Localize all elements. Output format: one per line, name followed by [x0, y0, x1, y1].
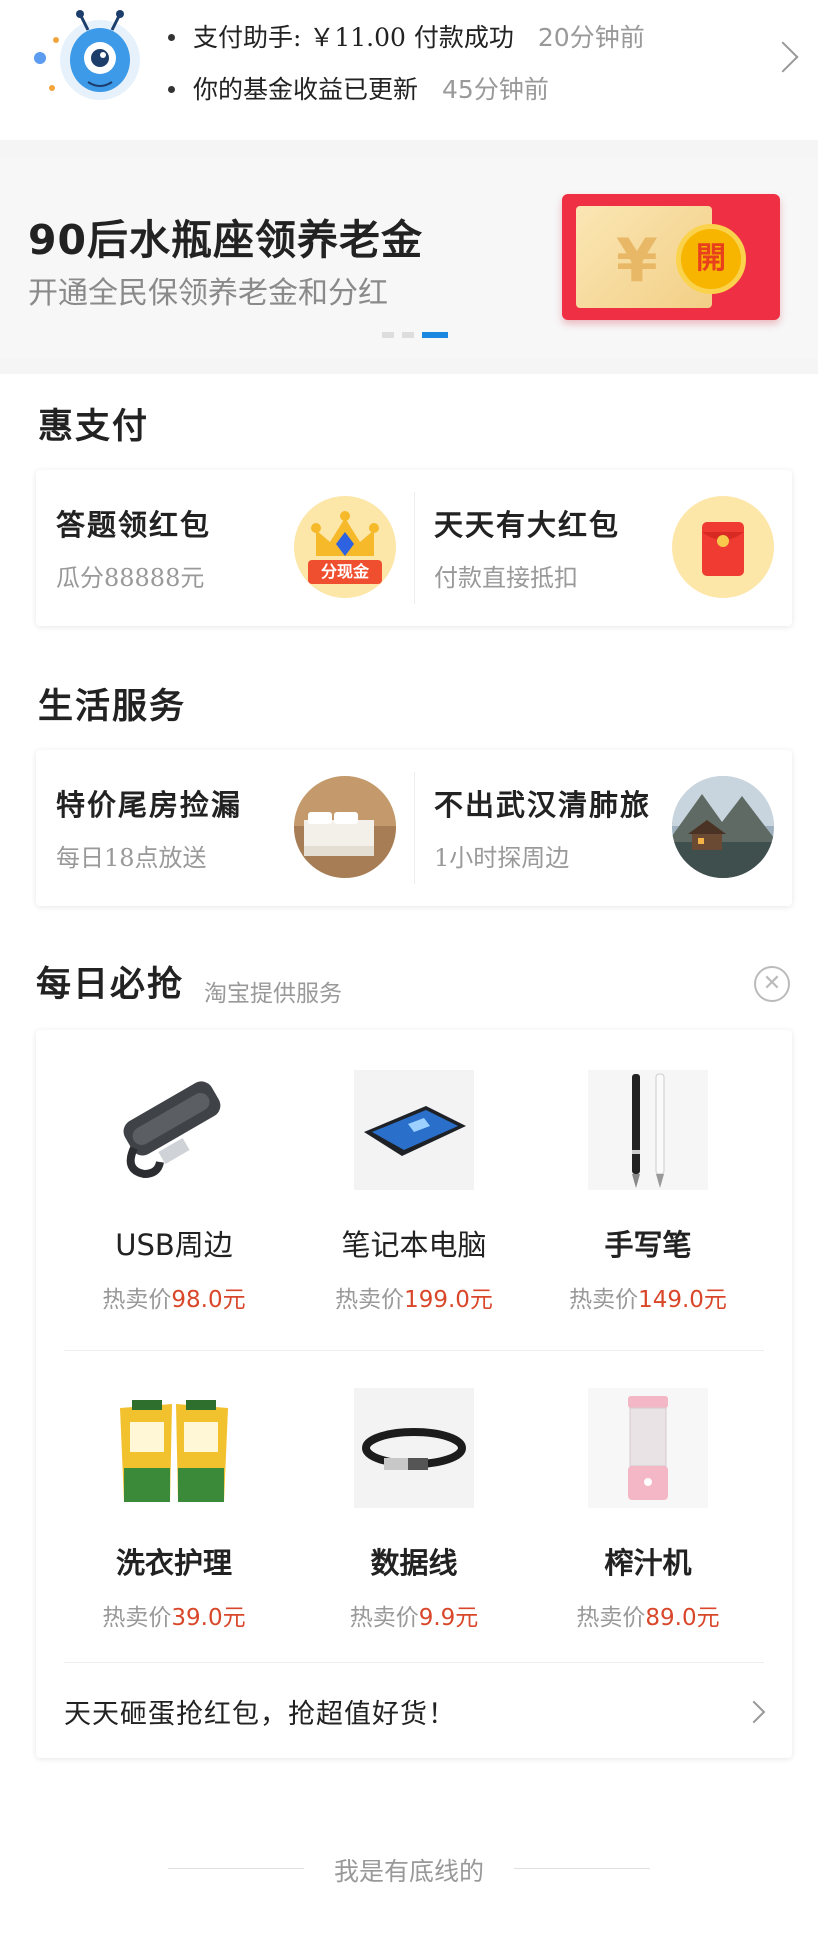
price-prefix: 热卖价: [335, 1287, 405, 1313]
laptop-tablet-image: [354, 1070, 474, 1190]
chevron-right-icon[interactable]: [767, 41, 799, 73]
price-prefix: 热卖价: [102, 1287, 172, 1313]
section-title-hui-pay: 惠支付: [38, 406, 150, 447]
chevron-right-icon[interactable]: [742, 1700, 766, 1724]
price-value: 9.9元: [418, 1605, 479, 1631]
footer-divider-right: [514, 1868, 650, 1869]
product-item[interactable]: 洗衣护理 热卖价39.0元: [58, 1388, 290, 1632]
price-prefix: 热卖价: [102, 1605, 172, 1631]
item-title: 答题领红包: [56, 508, 212, 542]
notification-time: 45分钟前: [442, 75, 549, 104]
hui-pay-item-redpacket[interactable]: 天天有大红包 付款直接抵扣: [414, 470, 792, 626]
mountain-lake-image: [672, 776, 774, 878]
item-subtitle: 付款直接抵扣: [434, 564, 578, 592]
item-subtitle: 1小时探周边: [434, 844, 570, 872]
banner-title: 90后水瓶座领养老金: [28, 216, 424, 264]
price-prefix: 热卖价: [569, 1287, 639, 1313]
usb-hub-image: [114, 1070, 234, 1190]
carousel-dot: [382, 332, 394, 338]
notification-item[interactable]: 支付助手: ￥11.00 付款成功 20分钟前: [168, 18, 645, 70]
ant-mascot-icon: [34, 10, 140, 100]
promo-banner[interactable]: 90后水瓶座领养老金 开通全民保领养老金和分红 ¥ 開: [0, 158, 818, 358]
footer-end-text: 我是有底线的: [333, 1857, 484, 1886]
product-item[interactable]: USB周边 热卖价98.0元: [58, 1070, 290, 1314]
item-subtitle: 瓜分88888元: [56, 564, 205, 592]
banner-subtitle: 开通全民保领养老金和分红: [28, 276, 388, 311]
life-services-card: 特价尾房捡漏 每日18点放送 不出武汉清肺旅 1小时探周边: [36, 750, 792, 906]
hui-pay-item-quiz[interactable]: 答题领红包 瓜分88888元 分现金: [36, 470, 414, 626]
notification-text: 你的基金收益已更新: [193, 75, 419, 104]
product-item[interactable]: 手写笔 热卖价149.0元: [532, 1070, 764, 1314]
price-value: 89.0元: [645, 1605, 720, 1631]
yen-icon: ¥: [616, 226, 658, 296]
bullet-icon: [168, 34, 175, 41]
life-item-hotel[interactable]: 特价尾房捡漏 每日18点放送: [36, 750, 414, 906]
product-price: 热卖价89.0元: [532, 1598, 764, 1632]
price-value: 98.0元: [171, 1287, 246, 1313]
hui-pay-card: 答题领红包 瓜分88888元 分现金 天天有大红包 付款直接抵扣: [36, 470, 792, 626]
notification-list: 支付助手: ￥11.00 付款成功 20分钟前 你的基金收益已更新 45分钟前: [168, 18, 645, 122]
product-name: 数据线: [370, 1546, 458, 1580]
product-name: 笔记本电脑: [341, 1228, 487, 1262]
item-title: 不出武汉清肺旅: [434, 788, 652, 822]
grid-divider: [64, 1662, 764, 1663]
price-prefix: 热卖价: [576, 1605, 646, 1631]
red-envelope-icon: [672, 496, 774, 598]
price-value: 149.0元: [638, 1287, 727, 1313]
product-price: 热卖价98.0元: [58, 1280, 290, 1314]
notification-text: 支付助手: ￥11.00 付款成功: [193, 23, 514, 52]
product-price: 热卖价199.0元: [298, 1280, 530, 1314]
detergent-image: [114, 1388, 234, 1508]
notification-time: 20分钟前: [537, 23, 645, 52]
price-value: 199.0元: [404, 1287, 493, 1313]
product-name: USB周边: [115, 1228, 233, 1262]
product-name: 榨汁机: [604, 1546, 692, 1580]
stylus-pen-image: [588, 1070, 708, 1190]
juicer-image: [588, 1388, 708, 1508]
notification-item[interactable]: 你的基金收益已更新 45分钟前: [168, 70, 645, 122]
life-item-travel[interactable]: 不出武汉清肺旅 1小时探周边: [414, 750, 792, 906]
open-coin: 開: [676, 224, 746, 294]
grid-divider: [64, 1350, 764, 1351]
product-name: 手写笔: [604, 1228, 692, 1262]
price-prefix: 热卖价: [349, 1605, 419, 1631]
product-item[interactable]: 榨汁机 热卖价89.0元: [532, 1388, 764, 1632]
section-title-daily-deals: 每日必抢: [36, 964, 185, 1005]
hotel-room-image: [294, 776, 396, 878]
close-icon[interactable]: ✕: [754, 966, 790, 1002]
bullet-icon: [168, 86, 175, 93]
carousel-dot: [402, 332, 414, 338]
cash-badge: 分现金: [320, 562, 369, 581]
notification-strip[interactable]: 支付助手: ￥11.00 付款成功 20分钟前 你的基金收益已更新 45分钟前: [0, 0, 818, 140]
product-price: 热卖价149.0元: [532, 1280, 764, 1314]
item-subtitle: 每日18点放送: [56, 844, 207, 872]
provider-label: 淘宝提供服务: [204, 981, 342, 1007]
price-value: 39.0元: [171, 1605, 246, 1631]
cable-image: [354, 1388, 474, 1508]
product-price: 热卖价9.9元: [298, 1598, 530, 1632]
product-name: 洗衣护理: [115, 1546, 232, 1580]
daily-deals-card: USB周边 热卖价98.0元 笔记本电脑 热卖价199.0元 手写笔 热卖价14…: [36, 1030, 792, 1758]
section-title-life-services: 生活服务: [38, 686, 187, 727]
main-content: 惠支付 答题领红包 瓜分88888元 分现金 天天有大红包 付款直接抵扣 生活服…: [0, 374, 818, 1948]
product-item[interactable]: 笔记本电脑 热卖价199.0元: [298, 1070, 530, 1314]
item-title: 特价尾房捡漏: [56, 788, 243, 822]
item-title: 天天有大红包: [434, 508, 621, 542]
product-price: 热卖价39.0元: [58, 1598, 290, 1632]
promo-link[interactable]: 天天砸蛋抢红包，抢超值好货！: [64, 1692, 456, 1731]
carousel-indicator: [382, 332, 456, 351]
red-packet-image: ¥ 開: [562, 194, 780, 320]
product-item[interactable]: 数据线 热卖价9.9元: [298, 1388, 530, 1632]
carousel-dot-active: [422, 332, 448, 338]
crown-icon: 分现金: [294, 496, 396, 598]
